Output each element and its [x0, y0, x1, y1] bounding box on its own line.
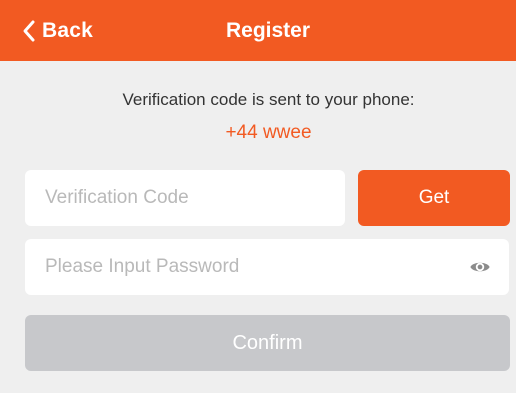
page-title-text: Register	[225, 19, 311, 42]
chevron-left-icon	[23, 20, 35, 42]
verification-code-field[interactable]	[25, 170, 345, 226]
phone-number: +44 wwee	[225, 122, 312, 143]
nav-bar: Back Register	[0, 0, 516, 61]
verification-message: Verification code is sent to your phone:	[122, 90, 415, 109]
password-field[interactable]	[25, 239, 509, 295]
back-button[interactable]: Back	[22, 14, 93, 48]
confirm-button[interactable]: Confirm	[25, 315, 510, 371]
get-code-label: Get	[418, 187, 450, 208]
get-code-button[interactable]: Get	[358, 170, 510, 226]
password-input[interactable]	[45, 239, 459, 295]
back-label: Back	[42, 19, 94, 42]
verification-code-input[interactable]	[45, 170, 295, 226]
confirm-label: Confirm	[232, 331, 303, 354]
eye-icon[interactable]	[469, 256, 491, 278]
